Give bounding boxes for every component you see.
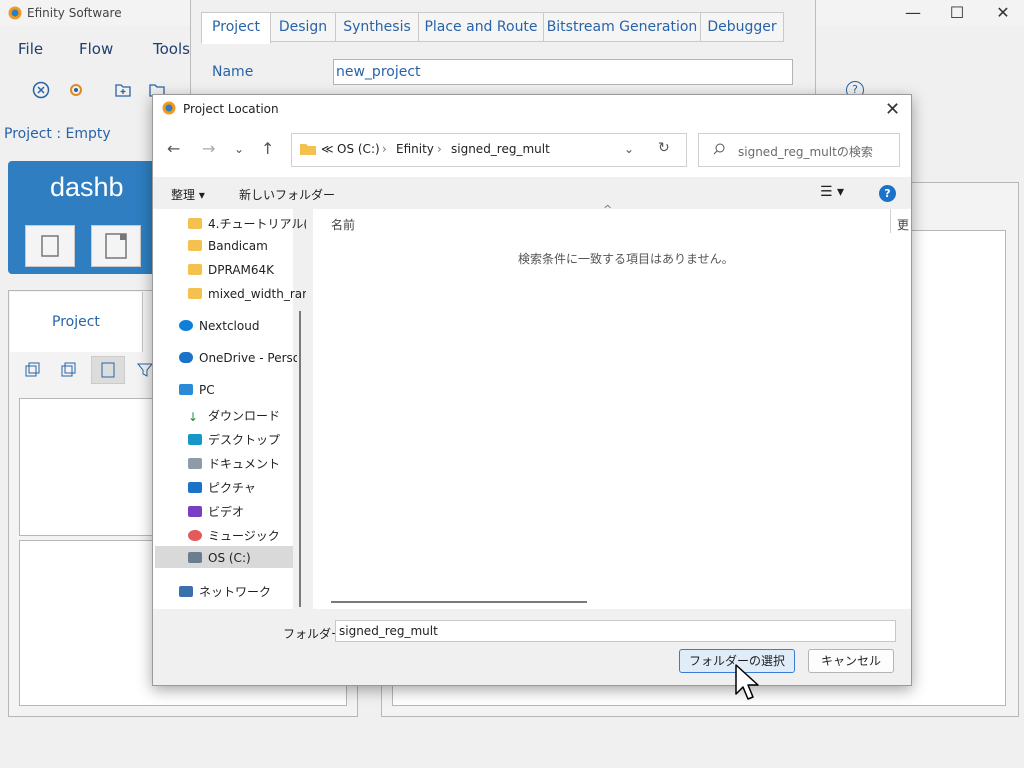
desktop-icon (188, 434, 202, 445)
nav-scrollbar[interactable] (299, 311, 301, 607)
dashboard-tile-1[interactable] (25, 225, 75, 267)
breadcrumb-overflow[interactable]: ≪ (321, 142, 334, 156)
collapse-icon[interactable] (24, 362, 40, 378)
tab-place-and-route[interactable]: Place and Route (418, 12, 544, 42)
chevron-down-icon[interactable]: ⌄ (624, 142, 634, 156)
nav-item-dpram64k[interactable]: DPRAM64K (188, 263, 306, 277)
search-icon (713, 143, 725, 155)
chip-icon (41, 235, 59, 257)
close-icon[interactable]: ✕ (885, 99, 900, 120)
column-divider[interactable] (890, 209, 891, 233)
folder-icon (188, 288, 202, 299)
folder-icon (188, 218, 202, 229)
folder-icon (300, 144, 316, 155)
chevron-right-icon: › (437, 142, 442, 156)
nav-item-nextcloud[interactable]: Nextcloud (179, 319, 297, 333)
nav-item-mixed-width-ram[interactable]: mixed_width_ram (188, 287, 306, 301)
nextcloud-icon (179, 320, 193, 331)
folder-icon (188, 264, 202, 275)
maximize-button[interactable]: ☐ (934, 0, 980, 26)
column-header-name[interactable]: 名前 (331, 216, 355, 233)
nav-item-downloads[interactable]: ↓ ダウンロード (188, 407, 306, 424)
project-location-dialog: Project Location ✕ ← → ⌄ ↑ ≪ OS (C:) › E… (152, 94, 912, 686)
network-icon (179, 586, 193, 597)
help-icon[interactable]: ? (879, 185, 896, 202)
forward-arrow-icon[interactable]: → (202, 139, 215, 158)
breadcrumb-os-c[interactable]: OS (C:) (337, 142, 380, 156)
refresh-icon[interactable]: ↻ (658, 140, 670, 156)
nav-item-documents[interactable]: ドキュメント (188, 455, 306, 472)
add-file-icon[interactable] (91, 356, 125, 384)
close-main-button[interactable]: ✕ (980, 0, 1024, 26)
dashboard-tile-2[interactable] (91, 225, 141, 267)
folder-name-input[interactable]: signed_reg_mult (335, 620, 896, 642)
back-arrow-icon[interactable]: ← (167, 139, 180, 158)
mouse-cursor-icon (735, 664, 759, 700)
picture-icon (188, 482, 202, 493)
nav-item-pc[interactable]: PC (179, 383, 297, 397)
tab-project-editor[interactable]: Project (201, 12, 271, 44)
minimize-button[interactable]: — (890, 0, 936, 26)
nav-item-bandicam[interactable]: Bandicam (188, 239, 306, 253)
nav-item-desktop[interactable]: デスクトップ (188, 431, 306, 448)
expand-icon[interactable] (60, 362, 76, 378)
nav-item-music[interactable]: ミュージック (188, 527, 306, 544)
nav-item-network[interactable]: ネットワーク (179, 583, 297, 600)
video-icon (188, 506, 202, 517)
horizontal-scrollbar[interactable] (331, 601, 587, 603)
layout-icon (105, 233, 127, 259)
stop-icon[interactable] (31, 80, 51, 100)
chevron-right-icon: › (382, 142, 387, 156)
nav-item-tutorial[interactable]: 4.チュートリアル(シ (188, 215, 306, 232)
filter-icon[interactable] (137, 362, 153, 378)
document-icon (188, 458, 202, 469)
nav-item-onedrive[interactable]: OneDrive - Personal (179, 351, 297, 365)
tab-debugger[interactable]: Debugger (700, 12, 784, 42)
gear-icon[interactable] (66, 80, 86, 100)
new-project-icon[interactable] (113, 80, 133, 100)
folder-icon (188, 240, 202, 251)
project-name-input[interactable]: new_project (333, 59, 793, 85)
drive-icon (188, 552, 202, 563)
efinity-logo-icon (162, 101, 176, 115)
up-arrow-icon[interactable]: ↑ (261, 139, 274, 158)
menu-flow[interactable]: Flow (79, 40, 113, 58)
menu-tools[interactable]: Tools (153, 40, 190, 58)
file-list-pane[interactable] (313, 209, 911, 609)
nav-item-os-c[interactable]: OS (C:) (188, 551, 306, 565)
tab-synthesis[interactable]: Synthesis (335, 12, 419, 42)
breadcrumb-efinity[interactable]: Efinity (396, 142, 434, 156)
tab-project-label: Project (52, 314, 100, 330)
empty-results-message: 検索条件に一致する項目はありません。 (518, 252, 734, 266)
project-status-label: Project : Empty (4, 126, 111, 142)
organize-button[interactable]: 整理 ▾ (171, 186, 205, 203)
menu-file[interactable]: File (18, 40, 43, 58)
tab-design[interactable]: Design (270, 12, 336, 42)
music-icon (188, 530, 202, 541)
monitor-icon (179, 384, 193, 395)
dashboard-title: dashb (50, 172, 124, 202)
cancel-button[interactable]: キャンセル (808, 649, 894, 673)
recent-chevron-icon[interactable]: ⌄ (234, 142, 244, 156)
download-arrow-icon: ↓ (188, 410, 199, 424)
new-folder-button[interactable]: 新しいフォルダー (239, 186, 335, 203)
dialog-title: Project Location (183, 102, 279, 116)
view-options-icon[interactable]: ☰ ▾ (820, 184, 844, 200)
sort-indicator-icon: ^ (603, 203, 613, 216)
project-name-label: Name (212, 64, 254, 80)
nav-item-pictures[interactable]: ピクチャ (188, 479, 306, 496)
nav-item-videos[interactable]: ビデオ (188, 503, 306, 520)
cloud-icon (179, 352, 193, 363)
breadcrumb-signed-reg-mult[interactable]: signed_reg_mult (451, 142, 550, 156)
main-window-title: Efinity Software (27, 6, 122, 20)
search-input[interactable]: signed_reg_multの検索 (738, 143, 873, 160)
efinity-logo-icon (8, 6, 22, 20)
column-header-date[interactable]: 更 (897, 216, 909, 233)
tab-bitstream-generation[interactable]: Bitstream Generation (543, 12, 701, 42)
